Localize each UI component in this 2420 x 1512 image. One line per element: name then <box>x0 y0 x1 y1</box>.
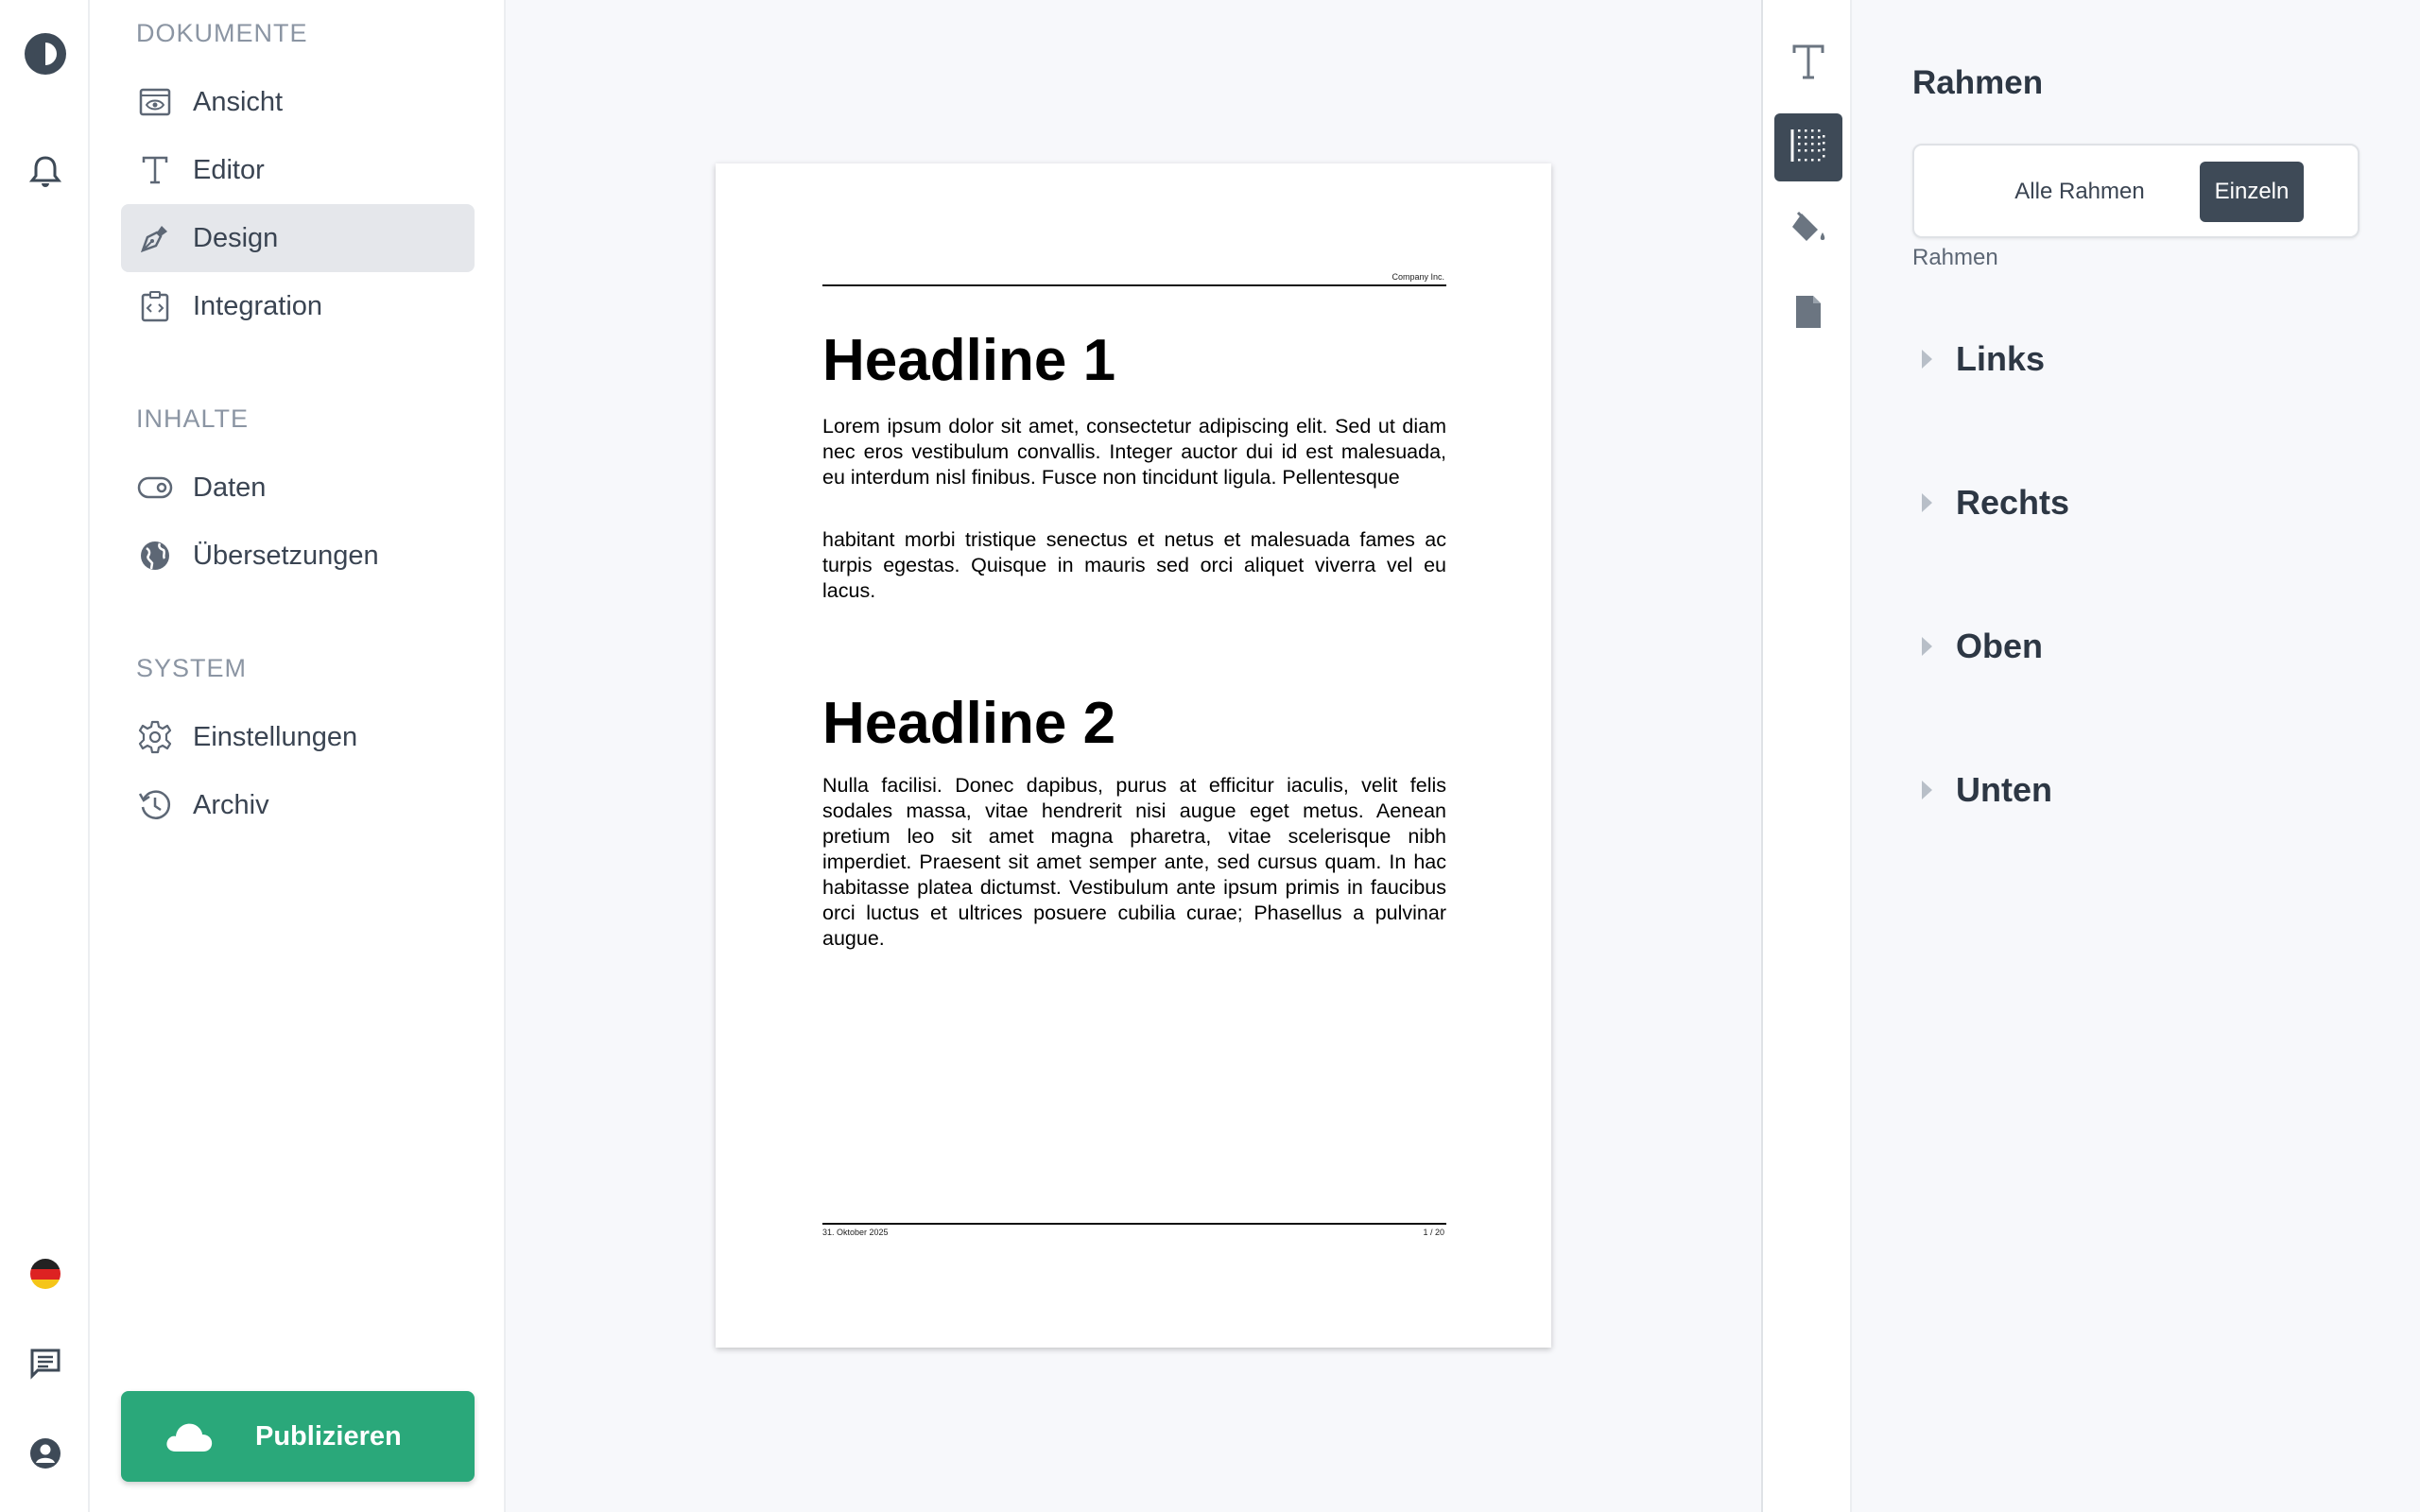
accordion-label: Rechts <box>1956 483 2070 522</box>
chevron-right-icon <box>1912 635 1941 658</box>
app-logo-icon[interactable] <box>0 26 90 82</box>
history-icon <box>136 786 174 824</box>
accordion-label: Unten <box>1956 770 2052 809</box>
eye-icon <box>136 83 174 121</box>
sidebar-item-editor[interactable]: Editor <box>121 136 475 204</box>
text-icon <box>136 151 174 189</box>
design-tool-rail <box>1761 0 1852 1512</box>
footer-date: 31. Oktober 2025 <box>822 1228 889 1237</box>
code-icon <box>136 287 174 325</box>
border-mode-segmented-control: Alle Rahmen Einzeln <box>1912 144 2360 238</box>
header-rule <box>822 284 1446 286</box>
sidebar-item-label: Integration <box>193 290 323 321</box>
section-title-system: SYSTEM <box>136 654 248 682</box>
sidebar-item-ansicht[interactable]: Ansicht <box>121 68 475 136</box>
accordion-links[interactable]: Links <box>1912 335 2045 383</box>
sidebar-item-label: Archiv <box>193 789 269 820</box>
cloud-icon <box>164 1418 214 1455</box>
gear-icon <box>136 718 174 756</box>
sidebar-item-archiv[interactable]: Archiv <box>121 771 475 839</box>
headline-1[interactable]: Headline 1 <box>822 332 1115 390</box>
paragraph-3[interactable]: Nulla facilisi. Donec dapibus, purus at … <box>822 773 1446 952</box>
footer-rule <box>822 1223 1446 1225</box>
border-mode-label: Rahmen <box>1912 245 1998 270</box>
accordion-rechts[interactable]: Rechts <box>1912 479 2069 526</box>
sidebar: DOKUMENTE Ansicht Editor Design Integrat… <box>90 0 506 1512</box>
page-settings-tool[interactable] <box>1774 280 1842 348</box>
accordion-label: Links <box>1956 339 2046 378</box>
sidebar-item-design[interactable]: Design <box>121 204 475 272</box>
section-title-dokumente: DOKUMENTE <box>136 19 308 47</box>
german-flag-icon[interactable] <box>0 1246 90 1302</box>
segment-all-borders[interactable]: Alle Rahmen <box>1962 162 2198 222</box>
publish-button[interactable]: Publizieren <box>121 1391 475 1482</box>
fill-color-tool[interactable] <box>1774 197 1842 265</box>
document-page[interactable]: Company Inc. Headline 1 Lorem ipsum dolo… <box>716 163 1551 1348</box>
chevron-right-icon <box>1912 779 1941 801</box>
sidebar-item-label: Design <box>193 222 279 253</box>
accordion-label: Oben <box>1956 627 2044 665</box>
headline-2[interactable]: Headline 2 <box>822 695 1115 753</box>
paint-bucket-icon <box>1789 210 1828 252</box>
chevron-right-icon <box>1912 348 1941 370</box>
text-style-tool[interactable] <box>1774 30 1842 98</box>
sidebar-item-label: Ansicht <box>193 86 284 117</box>
pen-icon <box>136 219 174 257</box>
sidebar-item-label: Übersetzungen <box>193 540 379 571</box>
text-icon <box>1791 43 1825 86</box>
user-avatar-icon[interactable] <box>0 1425 90 1482</box>
app-rail <box>0 0 90 1512</box>
properties-panel: Rahmen Alle Rahmen Einzeln Rahmen Links … <box>1852 0 2420 1512</box>
sidebar-item-integration[interactable]: Integration <box>121 272 475 340</box>
tag-icon <box>136 469 174 507</box>
segment-single-borders[interactable]: Einzeln <box>2200 162 2304 222</box>
panel-title: Rahmen <box>1912 64 2044 101</box>
globe-icon <box>136 537 174 575</box>
publish-label: Publizieren <box>255 1420 402 1452</box>
paragraph-1[interactable]: Lorem ipsum dolor sit amet, consectetur … <box>822 414 1446 490</box>
sidebar-item-label: Daten <box>193 472 267 503</box>
sidebar-item-einstellungen[interactable]: Einstellungen <box>121 703 475 771</box>
bell-icon[interactable] <box>0 144 90 200</box>
paragraph-2[interactable]: habitant morbi tristique senectus et net… <box>822 527 1446 604</box>
sidebar-item-label: Editor <box>193 154 265 185</box>
chat-icon[interactable] <box>0 1335 90 1392</box>
sidebar-item-daten[interactable]: Daten <box>121 454 475 522</box>
footer-page-number: 1 / 20 <box>1423 1228 1444 1237</box>
sidebar-item-label: Einstellungen <box>193 721 358 752</box>
header-company: Company Inc. <box>1392 272 1444 282</box>
chevron-right-icon <box>1912 491 1941 514</box>
document-canvas: Company Inc. Headline 1 Lorem ipsum dolo… <box>508 0 1761 1512</box>
accordion-unten[interactable]: Unten <box>1912 766 2052 814</box>
section-title-inhalte: INHALTE <box>136 404 250 433</box>
document-icon <box>1793 293 1824 335</box>
sidebar-item-uebersetzungen[interactable]: Übersetzungen <box>121 522 475 590</box>
border-tool[interactable] <box>1774 113 1842 181</box>
border-icon <box>1789 127 1827 169</box>
accordion-oben[interactable]: Oben <box>1912 623 2043 670</box>
